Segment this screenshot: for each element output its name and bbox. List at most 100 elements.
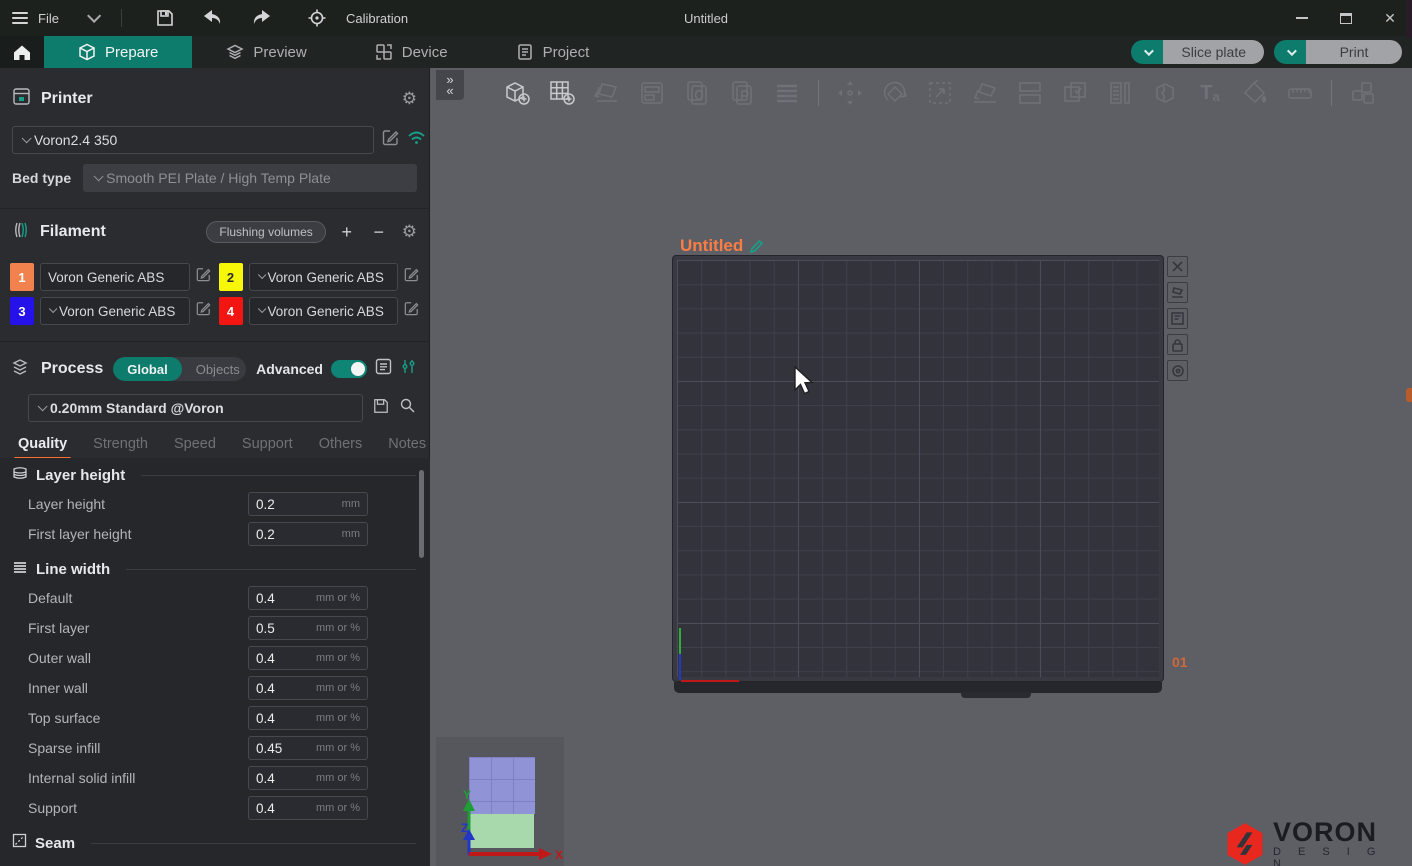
- tab-device[interactable]: Device: [341, 36, 482, 68]
- maximize-button[interactable]: [1324, 0, 1368, 36]
- bed-type-select[interactable]: Smooth PEI Plate / High Temp Plate: [83, 164, 417, 192]
- measure-icon[interactable]: [1282, 75, 1318, 111]
- collapse-sidebar-button[interactable]: »«: [436, 70, 464, 100]
- filament-settings-gear-icon[interactable]: ⚙: [402, 224, 417, 241]
- add-object-icon[interactable]: [499, 75, 535, 111]
- scope-objects-tab[interactable]: Objects: [182, 357, 246, 381]
- plate-number-badge[interactable]: 01: [1172, 654, 1188, 670]
- filament-4-select[interactable]: Voron Generic ABS: [249, 297, 399, 325]
- file-menu[interactable]: File: [38, 11, 59, 26]
- viewport-3d[interactable]: »«: [431, 68, 1412, 866]
- tab-speed[interactable]: Speed: [174, 436, 216, 460]
- tab-support[interactable]: Support: [242, 436, 293, 460]
- print-dropdown[interactable]: [1274, 40, 1306, 64]
- auto-orient-icon[interactable]: [589, 75, 625, 111]
- save-preset-icon[interactable]: [373, 398, 389, 419]
- edit-filament-4-icon[interactable]: [404, 301, 419, 321]
- cut-icon[interactable]: [1012, 75, 1048, 111]
- sidebar-scrollbar[interactable]: [419, 470, 424, 558]
- arrange-plate-icon[interactable]: [1167, 308, 1188, 329]
- slice-plate-button[interactable]: Slice plate: [1163, 40, 1264, 64]
- line-width-default-input[interactable]: 0.4 mm or %: [248, 586, 368, 610]
- tab-project[interactable]: Project: [482, 36, 624, 68]
- search-icon[interactable]: [399, 397, 416, 419]
- text-tool-icon[interactable]: Ta: [1192, 75, 1228, 111]
- add-filament-button[interactable]: +: [336, 221, 358, 243]
- advanced-toggle[interactable]: [331, 360, 367, 378]
- minimize-button[interactable]: [1280, 0, 1324, 36]
- save-icon[interactable]: [154, 7, 176, 29]
- line-width-sparse-infill-input[interactable]: 0.45 mm or %: [248, 736, 368, 760]
- lay-on-face-icon[interactable]: [967, 75, 1003, 111]
- process-list-icon[interactable]: [375, 358, 392, 380]
- add-plate-icon[interactable]: [544, 75, 580, 111]
- tab-notes[interactable]: Notes: [388, 436, 426, 460]
- line-width-support-input[interactable]: 0.4 mm or %: [248, 796, 368, 820]
- edit-filament-1-icon[interactable]: [196, 267, 211, 287]
- object-list-icon[interactable]: [769, 75, 805, 111]
- document-o-icon[interactable]: [679, 75, 715, 111]
- clone-icon[interactable]: [1057, 75, 1093, 111]
- home-button[interactable]: [0, 36, 44, 68]
- line-width-first-layer-input[interactable]: 0.5 mm or %: [248, 616, 368, 640]
- build-plate[interactable]: VORON D E S I G N: [672, 255, 1164, 682]
- plate-settings-icon[interactable]: [1167, 360, 1188, 381]
- filament-1-select[interactable]: Voron Generic ABS: [40, 263, 190, 291]
- print-button[interactable]: Print: [1306, 40, 1402, 64]
- scale-icon[interactable]: [922, 75, 958, 111]
- split-to-objects-icon[interactable]: [1147, 75, 1183, 111]
- filament-2-select[interactable]: Voron Generic ABS: [249, 263, 399, 291]
- filament-3-color-swatch[interactable]: 3: [10, 297, 34, 325]
- process-scope-segmented: Global Objects: [113, 357, 246, 381]
- filament-1-color-swatch[interactable]: 1: [10, 263, 34, 291]
- printer-settings-gear-icon[interactable]: ⚙: [402, 91, 417, 108]
- printer-preset-row: Voron2.4 350: [12, 126, 417, 154]
- undo-icon[interactable]: [202, 7, 224, 29]
- rotate-icon[interactable]: [877, 75, 913, 111]
- line-width-internal-solid-infill-input[interactable]: 0.4 mm or %: [248, 766, 368, 790]
- filament-2-color-swatch[interactable]: 2: [219, 263, 243, 291]
- menu-icon[interactable]: [12, 12, 28, 24]
- param-label: Sparse infill: [28, 740, 248, 756]
- arrange-icon[interactable]: [634, 75, 670, 111]
- filament-2-name: Voron Generic ABS: [268, 270, 384, 285]
- assembly-icon[interactable]: [1345, 75, 1381, 111]
- printer-preset-select[interactable]: Voron2.4 350: [12, 126, 374, 154]
- rename-plate-pencil-icon[interactable]: [749, 239, 764, 254]
- filament-3-select[interactable]: Voron Generic ABS: [40, 297, 190, 325]
- calibration-label[interactable]: Calibration: [346, 11, 408, 26]
- tab-prepare[interactable]: Prepare: [44, 36, 192, 68]
- move-icon[interactable]: [832, 75, 868, 111]
- edit-filament-2-icon[interactable]: [404, 267, 419, 287]
- line-width-top-surface-input[interactable]: 0.4 mm or %: [248, 706, 368, 730]
- document-p-icon[interactable]: [724, 75, 760, 111]
- file-menu-chevron-icon[interactable]: [87, 9, 101, 23]
- plate-name-label[interactable]: Untitled: [680, 236, 764, 256]
- process-params-icon[interactable]: [400, 358, 417, 380]
- tab-preview[interactable]: Preview: [192, 36, 340, 68]
- redo-icon[interactable]: [250, 7, 272, 29]
- lock-plate-icon[interactable]: [1167, 334, 1188, 355]
- param-row-outer-wall: Outer wall 0.4 mm or %: [28, 646, 430, 670]
- scope-global-tab[interactable]: Global: [113, 357, 181, 381]
- edit-filament-3-icon[interactable]: [196, 301, 211, 321]
- layer-height-input[interactable]: 0.2 mm: [248, 492, 368, 516]
- flushing-volumes-button[interactable]: Flushing volumes: [206, 221, 325, 243]
- color-paint-icon[interactable]: [1237, 75, 1273, 111]
- edit-printer-icon[interactable]: [382, 129, 399, 151]
- remove-filament-button[interactable]: −: [368, 221, 390, 243]
- first-layer-height-input[interactable]: 0.2 mm: [248, 522, 368, 546]
- line-width-outer-wall-input[interactable]: 0.4 mm or %: [248, 646, 368, 670]
- wifi-connection-icon[interactable]: [407, 130, 426, 150]
- filament-4-color-swatch[interactable]: 4: [219, 297, 243, 325]
- delete-plate-icon[interactable]: [1167, 256, 1188, 277]
- tab-quality[interactable]: Quality: [18, 436, 67, 460]
- orient-plate-icon[interactable]: [1167, 282, 1188, 303]
- line-width-inner-wall-input[interactable]: 0.4 mm or %: [248, 676, 368, 700]
- variable-layer-height-icon[interactable]: [1102, 75, 1138, 111]
- tab-others[interactable]: Others: [319, 436, 363, 460]
- calibration-icon[interactable]: [306, 7, 328, 29]
- tab-strength[interactable]: Strength: [93, 436, 148, 460]
- slice-plate-dropdown[interactable]: [1131, 40, 1163, 64]
- process-preset-select[interactable]: 0.20mm Standard @Voron: [28, 394, 363, 422]
